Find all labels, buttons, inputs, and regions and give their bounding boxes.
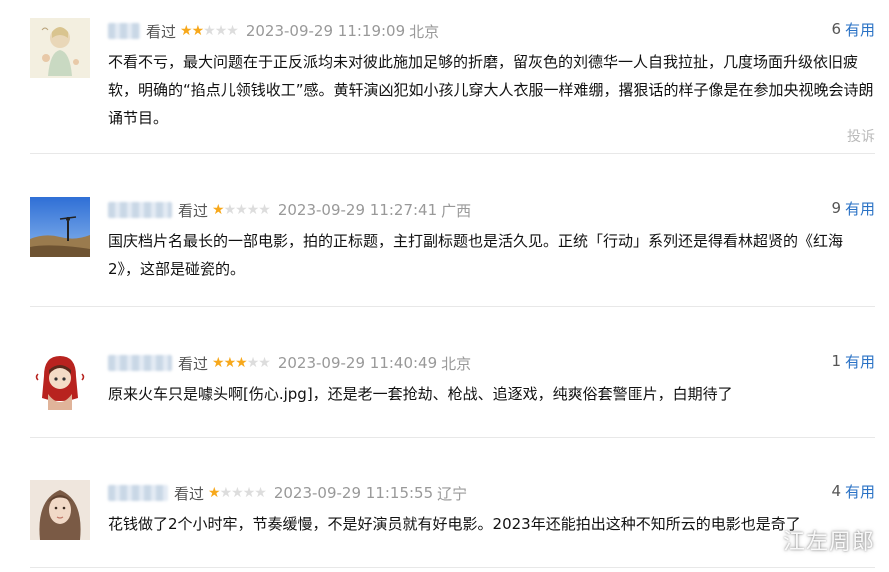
star-icon-filled: ★: [223, 355, 237, 371]
avatar-image: [30, 480, 90, 540]
review-item: 看过 ★ ★ ★ ★ ★ 2023-09-29 11:40:49 北京 1 有用 原来火…: [30, 350, 875, 420]
review-meta: 看过 ★ ★ ★ ★ ★ 2023-09-29 11:15:55 辽宁: [108, 482, 875, 504]
review-item: 看过 ★ ★ ★ ★ ★ 2023-09-29 11:15:55 辽宁 4 有用 花钱做…: [30, 480, 875, 555]
useful-count: 4: [831, 482, 841, 500]
review-meta: 看过 ★ ★ ★ ★ ★ 2023-09-29 11:27:41 广西: [108, 199, 875, 221]
username-blurred[interactable]: [108, 485, 168, 501]
star-icon-filled: ★: [212, 355, 225, 371]
divider: [30, 437, 875, 438]
avatar[interactable]: [30, 480, 90, 540]
review-location: 广西: [441, 201, 472, 220]
star-icon-empty: ★: [246, 355, 260, 371]
star-icon-empty: ★: [235, 202, 248, 218]
review-meta: 看过 ★ ★ ★ ★ ★ 2023-09-29 11:19:09 北京: [108, 20, 875, 42]
report-button[interactable]: 投诉: [847, 126, 875, 146]
avatar[interactable]: [30, 350, 90, 410]
watch-status: 看过: [174, 484, 205, 503]
star-icon-filled: ★: [191, 23, 205, 39]
star-icon-filled: ★: [208, 485, 221, 501]
username-blurred[interactable]: [108, 355, 172, 371]
review-content: 原来火车只是噱头啊[伤心.jpg]，还是老一套抢劫、枪战、追逐戏，纯爽俗套警匪片…: [108, 385, 733, 403]
watch-status: 看过: [178, 201, 209, 220]
star-icon-empty: ★: [231, 485, 244, 501]
rating-stars: ★ ★ ★ ★ ★: [180, 23, 239, 39]
watermark-text: 江左周郎: [782, 530, 875, 555]
useful-count: 1: [831, 352, 841, 370]
useful-button[interactable]: 有用: [845, 481, 875, 502]
useful-button[interactable]: 有用: [845, 19, 875, 40]
star-icon-empty: ★: [226, 23, 239, 39]
avatar-image: [30, 18, 90, 78]
useful-count: 9: [831, 199, 841, 217]
star-icon-empty: ★: [254, 485, 267, 501]
review-datetime: 2023-09-29 11:15:55: [273, 484, 434, 502]
username-blurred[interactable]: [108, 202, 172, 218]
useful-button[interactable]: 有用: [845, 351, 875, 372]
review-meta: 看过 ★ ★ ★ ★ ★ 2023-09-29 11:40:49 北京: [108, 352, 875, 374]
avatar-image: [30, 350, 90, 410]
star-icon-empty: ★: [246, 202, 260, 218]
avatar[interactable]: [30, 197, 90, 257]
review-content: 国庆档片名最长的一部电影，拍的正标题，主打副标题也是活久见。正统「行动」系列还是…: [108, 232, 844, 278]
review-content: 花钱做了2个小时牢，节奏缓慢，不是好演员就有好电影。2023年还能拍出这种不知所…: [108, 515, 801, 533]
star-icon-empty: ★: [242, 485, 256, 501]
review-datetime: 2023-09-29 11:27:41: [277, 201, 438, 219]
review-item: 看过 ★ ★ ★ ★ ★ 2023-09-29 11:27:41 广西 9 有用 国庆档…: [30, 197, 875, 287]
review-location: 北京: [441, 354, 472, 373]
review-item: 看过 ★ ★ ★ ★ ★ 2023-09-29 11:19:09 北京 6 有用 不看不…: [30, 18, 875, 158]
useful-vote: 4 有用: [831, 480, 875, 502]
watch-status: 看过: [178, 354, 209, 373]
star-icon-filled: ★: [235, 355, 248, 371]
watch-status: 看过: [146, 22, 177, 41]
divider: [30, 153, 875, 154]
star-icon-empty: ★: [214, 23, 228, 39]
review-datetime: 2023-09-29 11:19:09: [245, 22, 406, 40]
star-icon-empty: ★: [203, 23, 216, 39]
rating-stars: ★ ★ ★ ★ ★: [208, 485, 267, 501]
divider: [30, 306, 875, 307]
divider: [30, 567, 875, 568]
review-location: 辽宁: [437, 484, 468, 503]
star-icon-filled: ★: [180, 23, 193, 39]
avatar[interactable]: [30, 18, 90, 78]
rating-stars: ★ ★ ★ ★ ★: [212, 355, 271, 371]
star-icon-filled: ★: [212, 202, 225, 218]
review-location: 北京: [409, 22, 440, 41]
star-icon-empty: ★: [219, 485, 233, 501]
rating-stars: ★ ★ ★ ★ ★: [212, 202, 271, 218]
avatar-image: [30, 197, 90, 257]
review-content: 不看不亏，最大问题在于正反派均未对彼此施加足够的折磨，留灰色的刘德华一人自我拉扯…: [108, 53, 874, 127]
useful-vote: 1 有用: [831, 350, 875, 372]
username-blurred[interactable]: [108, 23, 140, 39]
review-datetime: 2023-09-29 11:40:49: [277, 354, 438, 372]
useful-vote: 9 有用: [831, 197, 875, 219]
useful-count: 6: [831, 20, 841, 38]
star-icon-empty: ★: [223, 202, 237, 218]
star-icon-empty: ★: [258, 355, 271, 371]
useful-button[interactable]: 有用: [845, 198, 875, 219]
useful-vote: 6 有用: [831, 18, 875, 40]
star-icon-empty: ★: [258, 202, 271, 218]
